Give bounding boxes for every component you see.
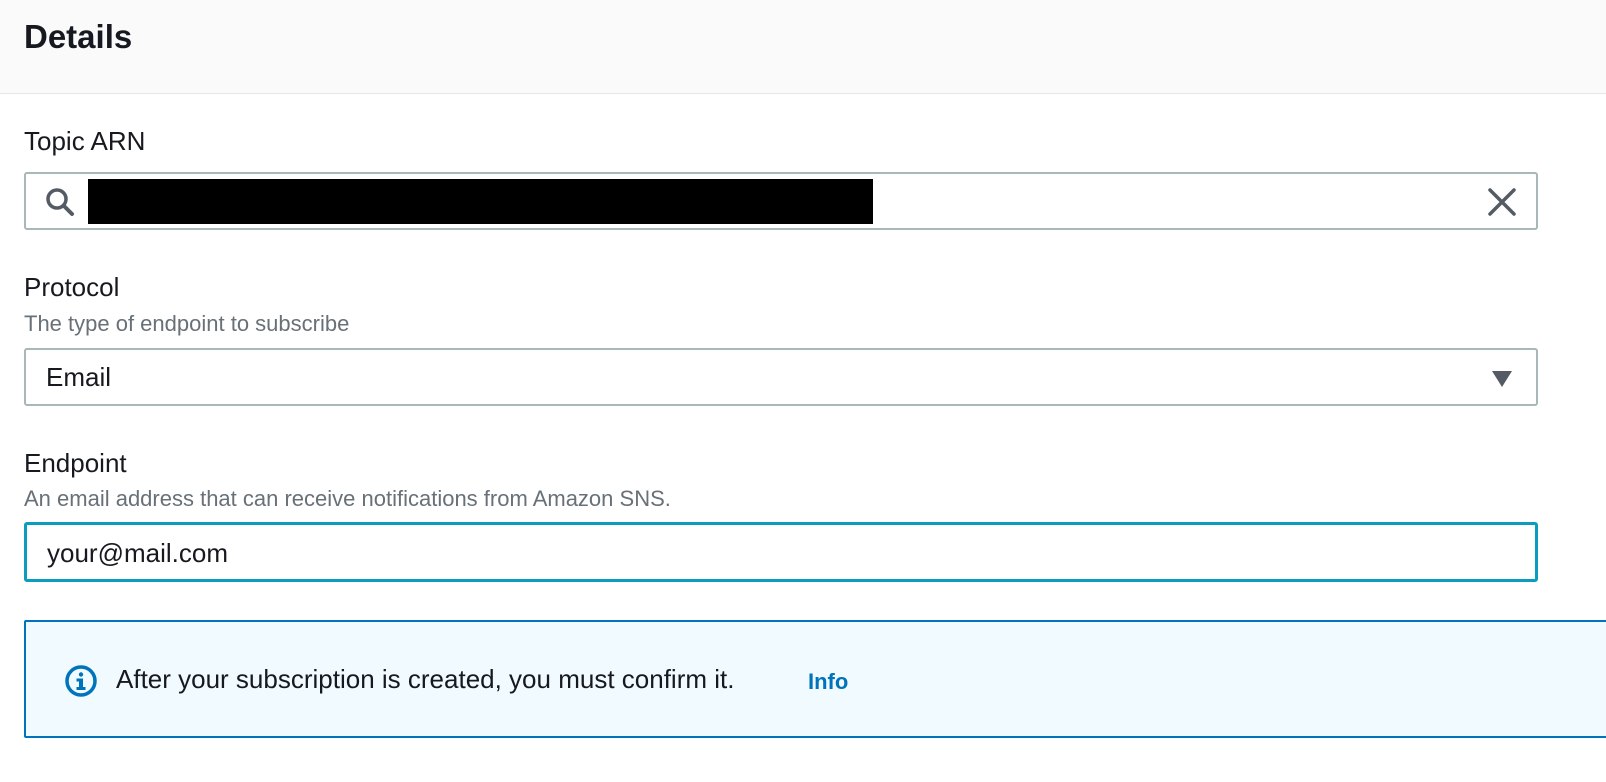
- topic-arn-input[interactable]: [24, 172, 1538, 230]
- protocol-description: The type of endpoint to subscribe: [24, 311, 350, 336]
- endpoint-label: Endpoint: [24, 448, 127, 478]
- section-title: Details: [24, 18, 133, 55]
- endpoint-value[interactable]: your@mail.com: [47, 538, 228, 569]
- info-alert: After your subscription is created, you …: [24, 620, 1606, 738]
- info-icon: [65, 665, 97, 697]
- topic-arn-value-redacted[interactable]: [88, 179, 873, 224]
- close-icon[interactable]: [1486, 186, 1518, 218]
- section-header: Details: [0, 0, 1606, 94]
- search-icon: [46, 188, 74, 216]
- endpoint-input[interactable]: your@mail.com: [24, 522, 1538, 582]
- info-link[interactable]: Info: [808, 669, 848, 695]
- protocol-select[interactable]: Email: [24, 348, 1538, 406]
- caret-down-icon: [1492, 371, 1512, 387]
- alert-message: After your subscription is created, you …: [116, 664, 735, 694]
- endpoint-description: An email address that can receive notifi…: [24, 486, 671, 511]
- protocol-label: Protocol: [24, 272, 120, 302]
- topic-arn-label: Topic ARN: [24, 126, 146, 156]
- protocol-selected-value: Email: [46, 362, 112, 392]
